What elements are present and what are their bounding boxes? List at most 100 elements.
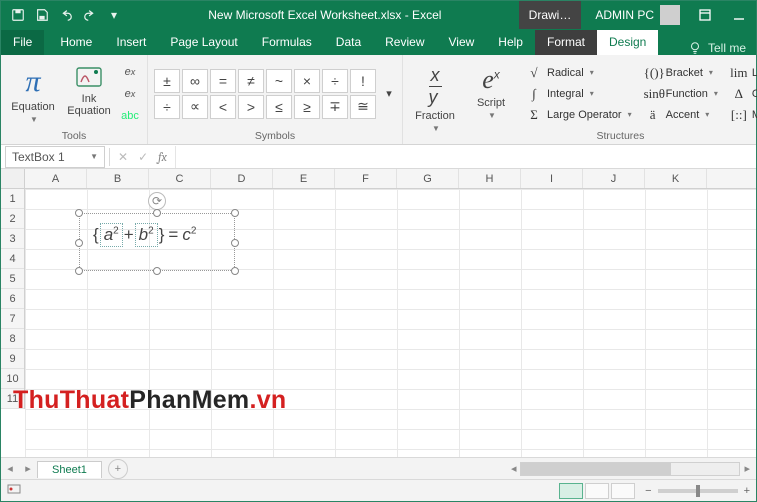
ink-equation-button[interactable]: Ink Equation	[63, 61, 115, 127]
column-header[interactable]: G	[397, 169, 459, 188]
structure-item[interactable]: sinθFunction▾	[644, 84, 718, 104]
column-header[interactable]: B	[87, 169, 149, 188]
rotate-handle-icon[interactable]: ⟳	[148, 192, 166, 210]
macro-record-icon[interactable]	[7, 482, 21, 499]
linear-icon[interactable]: ex	[119, 84, 141, 104]
resize-handle[interactable]	[231, 209, 239, 217]
eq-term-b[interactable]: b2	[135, 223, 158, 247]
normal-text-icon[interactable]: abc	[119, 106, 141, 126]
tab-design[interactable]: Design	[597, 30, 658, 55]
formula-input[interactable]	[175, 146, 756, 168]
fraction-button[interactable]: xy Fraction▼	[409, 61, 461, 127]
symbol-cell[interactable]: !	[350, 69, 376, 93]
account-box[interactable]: ADMIN PC	[587, 5, 688, 25]
column-headers[interactable]: ABCDEFGHIJK	[25, 169, 756, 189]
undo-icon[interactable]	[55, 4, 77, 26]
column-header[interactable]: H	[459, 169, 521, 188]
resize-handle[interactable]	[153, 267, 161, 275]
symbol-cell[interactable]: =	[210, 69, 236, 93]
column-header[interactable]: C	[149, 169, 211, 188]
autosave-icon[interactable]	[7, 4, 29, 26]
row-headers[interactable]: 1234567891011	[1, 189, 25, 409]
tab-data[interactable]: Data	[324, 30, 373, 55]
symbol-cell[interactable]: ∓	[322, 95, 348, 119]
resize-handle[interactable]	[75, 209, 83, 217]
structure-item[interactable]: limLimit and Log▾	[730, 63, 757, 83]
symbol-cell[interactable]: ~	[266, 69, 292, 93]
script-button[interactable]: ex Script▼	[465, 61, 517, 127]
select-all-corner[interactable]	[1, 169, 25, 189]
page-layout-view-icon[interactable]	[585, 483, 609, 499]
column-header[interactable]: J	[583, 169, 645, 188]
structure-item[interactable]: ∫Integral▾	[525, 84, 632, 104]
save-icon[interactable]	[31, 4, 53, 26]
tab-insert[interactable]: Insert	[104, 30, 158, 55]
horizontal-scrollbar[interactable]: ◂ ▸	[128, 462, 756, 476]
column-header[interactable]: F	[335, 169, 397, 188]
structure-item[interactable]: √Radical▾	[525, 63, 632, 83]
worksheet[interactable]: ABCDEFGHIJK 1234567891011 ⟳ { a2 + b2 } …	[1, 169, 756, 457]
tab-view[interactable]: View	[437, 30, 487, 55]
normal-view-icon[interactable]	[559, 483, 583, 499]
tab-nav-next-icon[interactable]: ▸	[19, 462, 37, 475]
row-header[interactable]: 9	[1, 349, 24, 369]
cancel-icon[interactable]: ✕	[118, 150, 128, 164]
enter-icon[interactable]: ✓	[138, 150, 148, 164]
equation-button[interactable]: π Equation ▼	[7, 61, 59, 127]
tab-page-layout[interactable]: Page Layout	[158, 30, 249, 55]
symbol-cell[interactable]: ≥	[294, 95, 320, 119]
zoom-out-icon[interactable]: −	[645, 485, 651, 497]
minimize-icon[interactable]	[722, 1, 756, 29]
resize-handle[interactable]	[75, 267, 83, 275]
eq-term-a[interactable]: a2	[100, 223, 123, 247]
column-header[interactable]: D	[211, 169, 273, 188]
tell-me[interactable]: Tell me	[678, 41, 756, 55]
resize-handle[interactable]	[231, 267, 239, 275]
tab-review[interactable]: Review	[373, 30, 436, 55]
symbol-cell[interactable]: >	[238, 95, 264, 119]
new-sheet-button[interactable]: +	[108, 459, 128, 479]
row-header[interactable]: 1	[1, 189, 24, 209]
name-box[interactable]: TextBox 1▼	[5, 146, 105, 168]
symbol-cell[interactable]: ∝	[182, 95, 208, 119]
row-header[interactable]: 8	[1, 329, 24, 349]
tab-home[interactable]: Home	[48, 30, 104, 55]
sheet-tab[interactable]: Sheet1	[37, 461, 102, 478]
zoom-in-icon[interactable]: +	[744, 485, 750, 497]
zoom-control[interactable]: − +	[645, 485, 750, 497]
column-header[interactable]: E	[273, 169, 335, 188]
qat-more-icon[interactable]: ▾	[103, 4, 125, 26]
symbol-cell[interactable]: ≠	[238, 69, 264, 93]
structure-item[interactable]: [::]Matrix▾	[730, 105, 757, 125]
resize-handle[interactable]	[75, 239, 83, 247]
row-header[interactable]: 2	[1, 209, 24, 229]
tab-format[interactable]: Format	[535, 30, 597, 55]
symbols-gallery[interactable]: ±∞=≠~×÷!÷∝<>≤≥∓≅	[154, 69, 376, 119]
symbol-cell[interactable]: ×	[294, 69, 320, 93]
ribbon-options-icon[interactable]	[688, 1, 722, 29]
row-header[interactable]: 4	[1, 249, 24, 269]
structure-item[interactable]: äAccent▾	[644, 105, 718, 125]
row-header[interactable]: 7	[1, 309, 24, 329]
column-header[interactable]: K	[645, 169, 707, 188]
symbol-cell[interactable]: ÷	[154, 95, 180, 119]
symbol-cell[interactable]: ∞	[182, 69, 208, 93]
zoom-slider[interactable]	[658, 489, 738, 493]
symbol-cell[interactable]: <	[210, 95, 236, 119]
page-break-view-icon[interactable]	[611, 483, 635, 499]
redo-icon[interactable]	[79, 4, 101, 26]
professional-icon[interactable]: ex	[119, 62, 141, 82]
tab-help[interactable]: Help	[486, 30, 535, 55]
symbol-cell[interactable]: ≤	[266, 95, 292, 119]
tab-file[interactable]: File	[1, 30, 44, 55]
resize-handle[interactable]	[153, 209, 161, 217]
resize-handle[interactable]	[231, 239, 239, 247]
fx-icon[interactable]: fx	[158, 150, 167, 164]
row-header[interactable]: 6	[1, 289, 24, 309]
structure-item[interactable]: ΔOperator▾	[730, 84, 757, 104]
tab-nav-prev-icon[interactable]: ◂	[1, 462, 19, 475]
structure-item[interactable]: {()}Bracket▾	[644, 63, 718, 83]
column-header[interactable]: I	[521, 169, 583, 188]
tab-formulas[interactable]: Formulas	[250, 30, 324, 55]
row-header[interactable]: 3	[1, 229, 24, 249]
